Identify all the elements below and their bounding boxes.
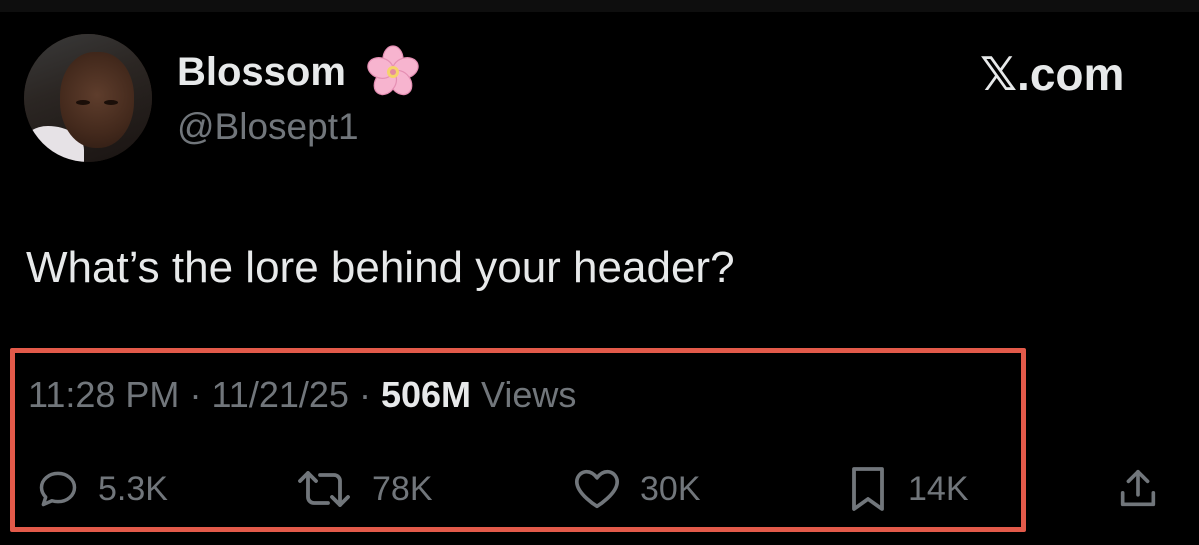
repost-count: 78K <box>372 469 433 508</box>
views-count[interactable]: 506M <box>381 374 471 415</box>
reply-count: 5.3K <box>98 469 168 508</box>
display-name[interactable]: Blossom <box>177 50 346 94</box>
tweet-meta: 11:28 PM · 11/21/25 · 506M Views <box>28 375 576 415</box>
avatar-eye-right <box>104 100 118 105</box>
avatar[interactable] <box>24 34 152 162</box>
avatar-eye-left <box>76 100 90 105</box>
share-button[interactable] <box>1116 466 1160 517</box>
avatar-face <box>60 52 134 148</box>
brand-logo: 𝕏.com <box>980 48 1125 100</box>
bookmark-count: 14K <box>908 469 969 508</box>
top-edge-bar <box>0 0 1199 12</box>
reply-icon <box>39 471 77 507</box>
bookmark-button[interactable]: 14K <box>846 466 969 512</box>
bookmark-icon <box>852 467 884 511</box>
tweet-text: What’s the lore behind your header? <box>26 243 735 292</box>
tweet-time[interactable]: 11:28 PM <box>28 374 179 415</box>
user-handle[interactable]: @Blosept1 <box>177 106 359 148</box>
meta-separator: · <box>358 374 371 415</box>
like-button[interactable]: 30K <box>572 466 701 512</box>
heart-icon <box>574 469 620 509</box>
share-icon <box>1120 469 1156 507</box>
views-label: Views <box>481 374 577 415</box>
cherry-blossom-icon <box>367 45 419 96</box>
like-count: 30K <box>640 469 701 508</box>
repost-button[interactable]: 78K <box>294 466 433 512</box>
repost-icon <box>298 471 350 507</box>
tweet-date[interactable]: 11/21/25 <box>211 374 348 415</box>
meta-separator: · <box>189 374 202 415</box>
reply-button[interactable]: 5.3K <box>36 466 168 512</box>
